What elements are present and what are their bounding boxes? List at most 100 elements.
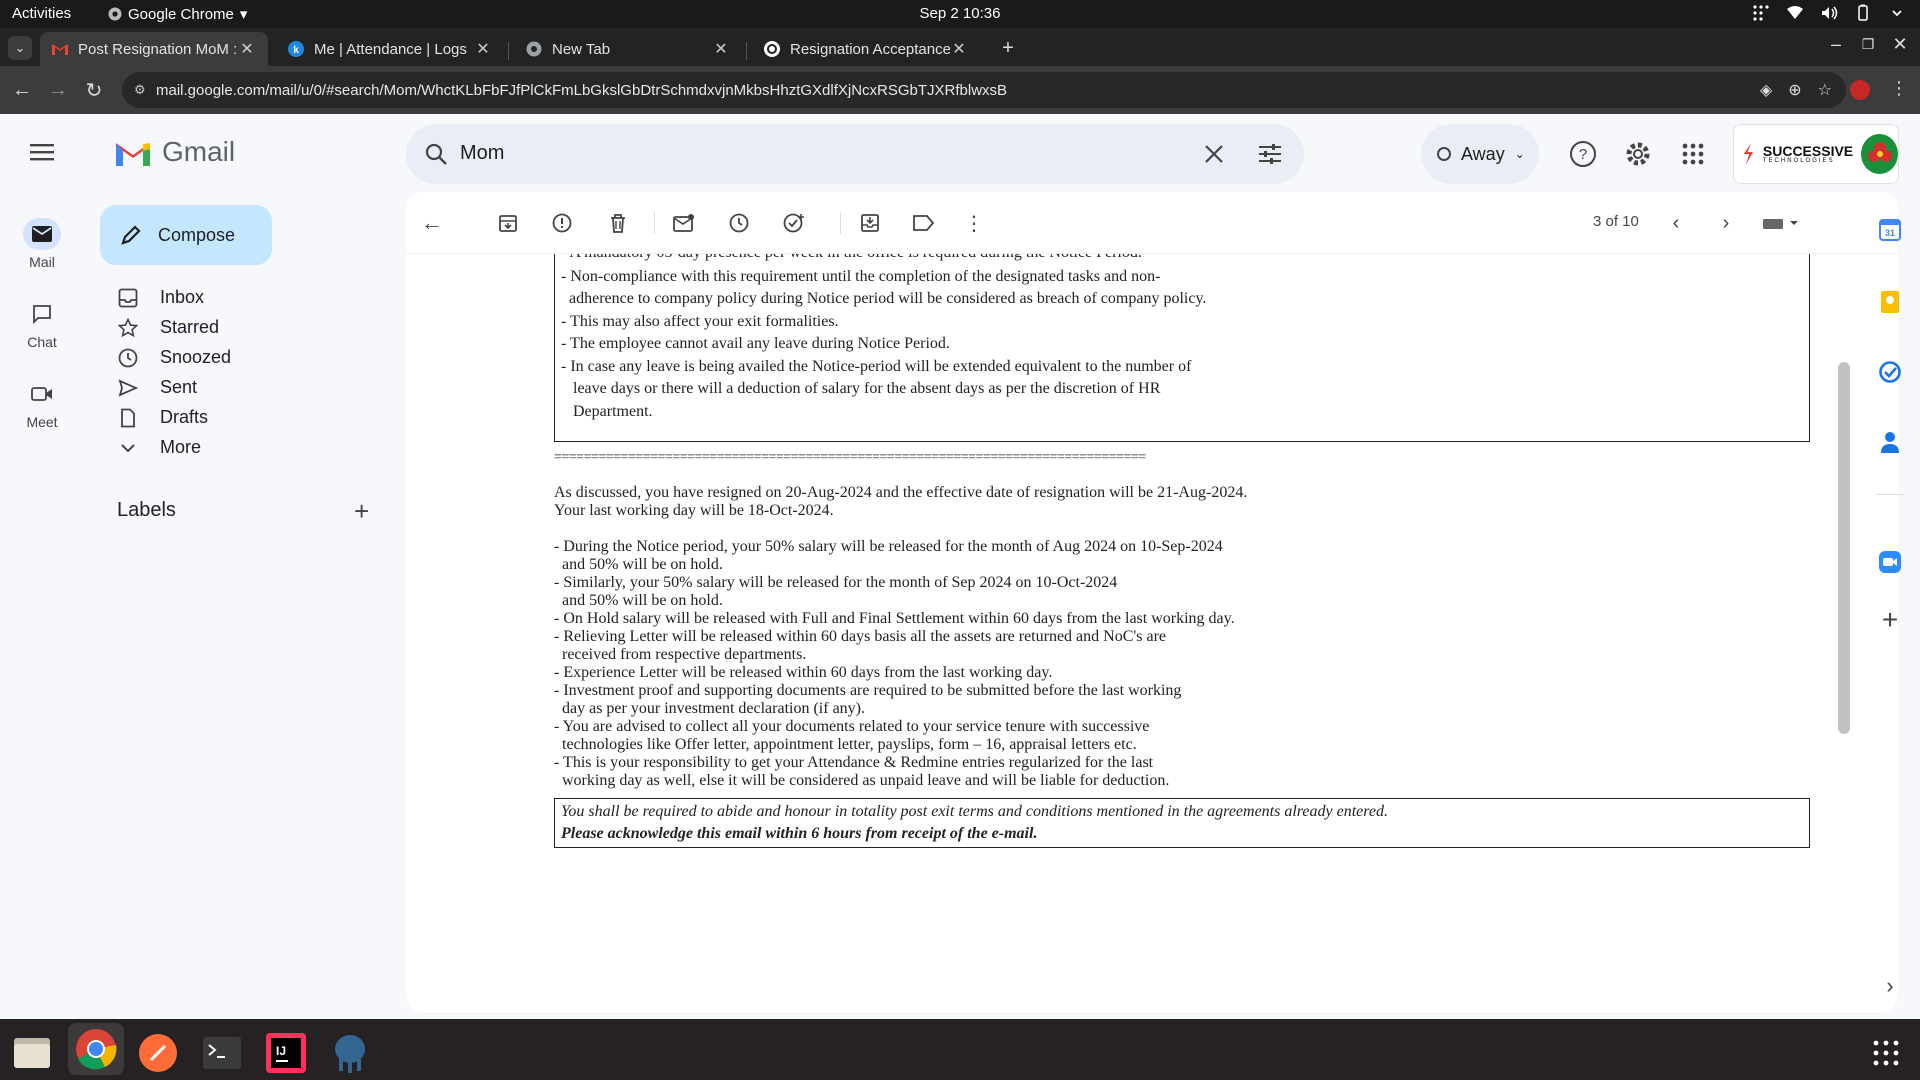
chevron-down-icon: ⌄ <box>1514 147 1525 161</box>
bookmark-star-icon[interactable]: ☆ <box>1818 80 1832 100</box>
move-to-icon[interactable] <box>858 211 882 235</box>
inbox-icon <box>118 288 138 307</box>
browser-tab-strip: ⌄ Post Resignation MoM : ✕ k Me | Attend… <box>0 28 1920 66</box>
intellij-app-icon[interactable]: IJ <box>266 1033 306 1073</box>
browser-toolbar: ← → ↻ ⚙ mail.google.com/mail/u/0/#search… <box>0 66 1920 114</box>
mark-unread-icon[interactable] <box>672 211 696 235</box>
delete-icon[interactable] <box>606 211 630 235</box>
search-icon[interactable] <box>424 142 448 166</box>
snooze-icon[interactable] <box>727 211 751 235</box>
nav-more[interactable]: More <box>118 437 201 458</box>
reload-button[interactable]: ↻ <box>82 78 106 102</box>
tab-post-resignation-mom[interactable]: Post Resignation MoM : ✕ <box>40 32 268 66</box>
activities-button[interactable]: Activities <box>12 5 71 22</box>
new-tab-button[interactable]: + <box>996 36 1020 60</box>
terminal-app-icon[interactable] <box>202 1033 242 1073</box>
expand-panel-icon[interactable]: › <box>1878 973 1902 998</box>
archive-icon[interactable] <box>496 211 520 235</box>
report-spam-icon[interactable] <box>550 211 574 235</box>
search-input[interactable]: Mom <box>460 142 504 165</box>
nav-snoozed[interactable]: Snoozed <box>118 347 231 368</box>
nav-inbox[interactable]: Inbox <box>118 287 204 308</box>
send-icon <box>118 378 138 397</box>
clear-search-icon[interactable] <box>1204 144 1224 164</box>
back-to-list-icon[interactable]: ← <box>420 210 444 235</box>
nav-sent[interactable]: Sent <box>118 377 197 398</box>
omnibox-actions: ◈ ⊕ ☆ <box>1760 80 1832 100</box>
side-panel-divider <box>1876 494 1904 495</box>
add-to-tasks-icon[interactable] <box>782 211 806 235</box>
close-tab-icon[interactable]: ✕ <box>474 39 492 59</box>
wifi-icon <box>1787 6 1803 19</box>
close-window-button[interactable]: ✕ <box>1890 34 1910 58</box>
mail-icon <box>32 226 52 242</box>
status-away-button[interactable]: Away ⌄ <box>1421 124 1539 184</box>
main-menu-icon[interactable] <box>30 142 56 162</box>
lens-icon[interactable]: ◈ <box>1760 80 1772 100</box>
tasks-icon[interactable] <box>1878 360 1902 384</box>
point-line: - On Hold salary will be released with F… <box>554 610 1235 627</box>
get-addons-icon[interactable]: + <box>1878 604 1902 635</box>
calendar-icon[interactable]: 31 <box>1878 218 1902 242</box>
rail-chat[interactable]: Chat <box>0 298 84 350</box>
nav-label: Starred <box>160 317 220 337</box>
chat-icon <box>33 305 51 324</box>
tab-attendance-logs[interactable]: k Me | Attendance | Logs ✕ <box>276 32 504 66</box>
battery-icon <box>1858 4 1868 21</box>
status-ring-icon <box>1437 147 1451 161</box>
point-line: working day as well, else it will be con… <box>554 772 1170 789</box>
zoom-icon[interactable]: ⊕ <box>1788 80 1801 100</box>
minimize-button[interactable]: – <box>1826 34 1846 58</box>
message-scrollbar[interactable] <box>1838 362 1850 734</box>
tab-search-button[interactable]: ⌄ <box>8 36 32 60</box>
star-icon <box>118 317 138 337</box>
rail-meet[interactable]: Meet <box>0 378 84 430</box>
tab-resignation-acceptance[interactable]: Resignation Acceptance ✕ <box>752 32 980 66</box>
extension-icon[interactable] <box>1850 80 1870 100</box>
contacts-icon[interactable] <box>1878 430 1902 454</box>
body-line: - In case any leave is being availed the… <box>561 358 1192 375</box>
close-tab-icon[interactable]: ✕ <box>238 39 256 59</box>
label-icon[interactable] <box>912 211 936 235</box>
search-options-icon[interactable] <box>1258 142 1282 166</box>
maximize-button[interactable]: ❐ <box>1858 36 1878 56</box>
address-bar[interactable]: ⚙ mail.google.com/mail/u/0/#search/Mom/W… <box>122 72 1846 108</box>
gmail-logo[interactable]: Gmail <box>114 136 235 168</box>
site-info-icon[interactable]: ⚙ <box>134 82 146 98</box>
postman-app-icon[interactable] <box>138 1033 178 1073</box>
system-tray[interactable] <box>1752 4 1906 22</box>
point-line: day as per your investment declaration (… <box>554 700 865 717</box>
back-button[interactable]: ← <box>10 78 34 102</box>
svg-text:?: ? <box>1579 146 1587 163</box>
forward-button[interactable]: → <box>46 78 70 102</box>
pgadmin-app-icon[interactable] <box>330 1033 370 1073</box>
add-label-icon[interactable]: + <box>354 496 369 527</box>
keep-icon[interactable] <box>1878 290 1902 314</box>
rail-mail[interactable]: Mail <box>0 218 84 270</box>
close-tab-icon[interactable]: ✕ <box>712 39 730 59</box>
separator-line: ========================================… <box>554 450 1146 465</box>
nav-starred[interactable]: Starred <box>118 317 219 338</box>
nav-drafts[interactable]: Drafts <box>118 407 208 428</box>
settings-gear-icon[interactable] <box>1624 140 1652 168</box>
help-icon[interactable]: ? <box>1569 140 1597 168</box>
search-bar[interactable]: Mom <box>406 124 1304 184</box>
rail-label: Meet <box>26 414 58 430</box>
app-menu[interactable]: Google Chrome ▾ <box>108 5 247 23</box>
chrome-app-icon[interactable] <box>68 1023 124 1075</box>
tab-new-tab[interactable]: New Tab ✕ <box>514 32 742 66</box>
zoom-app-icon[interactable] <box>1878 550 1902 574</box>
clock[interactable]: Sep 2 10:36 <box>0 5 1920 22</box>
more-actions-icon[interactable]: ⋮ <box>962 211 986 235</box>
compose-button[interactable]: Compose <box>100 205 272 265</box>
browser-menu-icon[interactable]: ⋮ <box>1890 78 1908 99</box>
google-apps-icon[interactable] <box>1679 140 1707 168</box>
pencil-icon <box>121 225 141 245</box>
body-line: - Non-compliance with this requirement u… <box>561 268 1161 285</box>
input-tools-icon[interactable] <box>1760 211 1800 235</box>
close-tab-icon[interactable]: ✕ <box>950 39 968 59</box>
files-app-icon[interactable] <box>12 1033 52 1073</box>
show-apps-icon[interactable] <box>1866 1033 1906 1073</box>
newer-icon[interactable]: ‹ <box>1664 211 1688 235</box>
older-icon[interactable]: › <box>1714 211 1738 235</box>
